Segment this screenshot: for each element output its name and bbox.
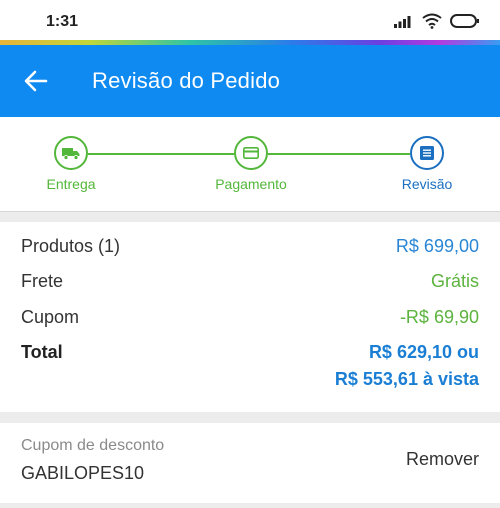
- signal-icon: [394, 16, 411, 28]
- battery-icon: [450, 14, 479, 28]
- status-bar: 1:31: [0, 0, 500, 40]
- coupon-section: Cupom de desconto GABILOPES10 Remover: [0, 423, 500, 503]
- step-entrega[interactable]: [54, 136, 88, 170]
- card-icon: [243, 147, 259, 159]
- summary-row-products: Produtos (1) R$ 699,00: [21, 234, 479, 258]
- coupon-field-label: Cupom de desconto: [21, 437, 165, 454]
- total-price: R$ 629,10 ou: [368, 342, 479, 362]
- step-label-pagamento: Pagamento: [215, 176, 287, 192]
- coupon-discount-value: -R$ 69,90: [399, 306, 479, 327]
- products-label: Produtos (1): [21, 235, 121, 256]
- page-title: Revisão do Pedido: [92, 68, 281, 93]
- status-icons: [394, 12, 480, 30]
- back-button[interactable]: [22, 67, 50, 95]
- step-pagamento[interactable]: [234, 136, 268, 170]
- shipping-label: Frete: [21, 270, 64, 291]
- total-cash-price: R$ 553,61 à vista: [334, 369, 479, 389]
- wifi-icon: [422, 13, 442, 29]
- total-label: Total: [21, 342, 63, 362]
- list-icon: [420, 146, 434, 160]
- step-label-entrega: Entrega: [46, 176, 96, 192]
- step-revisao[interactable]: [410, 136, 444, 170]
- summary-row-coupon: Cupom -R$ 69,90: [21, 305, 479, 329]
- status-time: 1:31: [46, 13, 79, 30]
- step-connector: [268, 153, 410, 155]
- coupon-code: GABILOPES10: [21, 463, 145, 483]
- checkout-stepper: Entrega Pagamento Revisão: [0, 117, 500, 212]
- truck-icon: [62, 148, 80, 160]
- shipping-value: Grátis: [430, 270, 479, 291]
- products-value: R$ 699,00: [395, 235, 479, 256]
- arrow-back-icon: [24, 70, 48, 92]
- summary-row-shipping: Frete Grátis: [21, 269, 479, 293]
- coupon-discount-label: Cupom: [21, 306, 80, 327]
- step-connector: [88, 153, 234, 155]
- remove-coupon-button[interactable]: Remover: [406, 449, 479, 470]
- app-bar: Revisão do Pedido: [0, 45, 500, 117]
- step-label-revisao: Revisão: [401, 176, 453, 192]
- order-summary: Produtos (1) R$ 699,00 Frete Grátis Cupo…: [0, 222, 500, 412]
